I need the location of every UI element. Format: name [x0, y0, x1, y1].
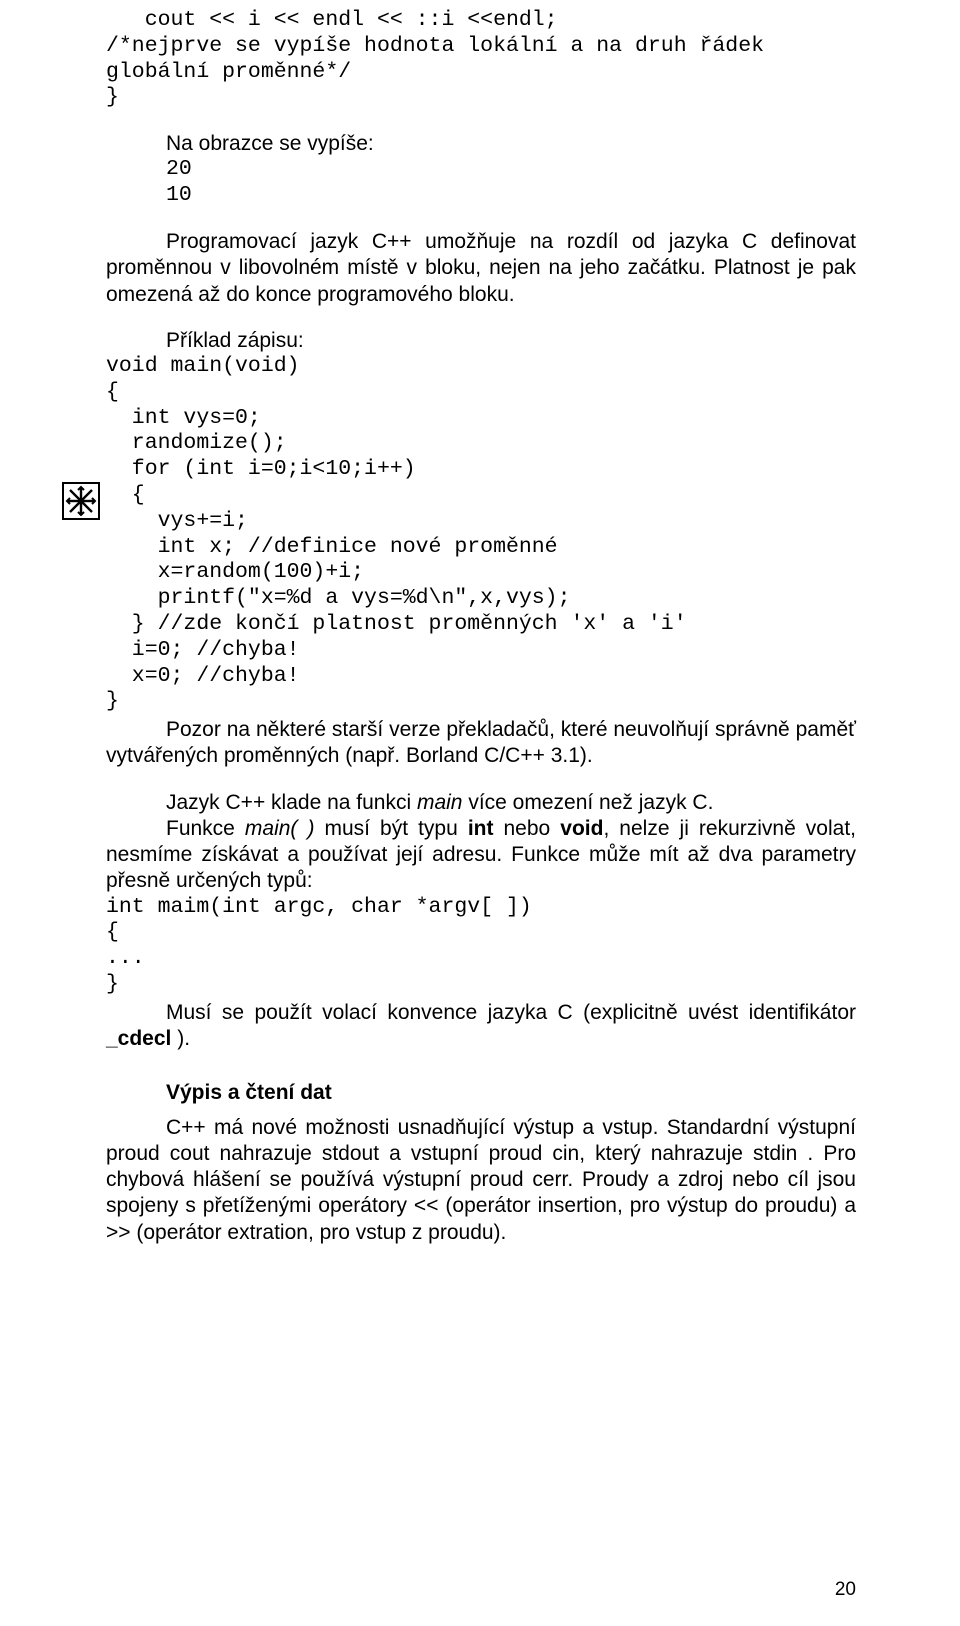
code-line: } //zde končí platnost proměnných 'x' a …	[106, 612, 687, 636]
paragraph-scope: Programovací jazyk C++ umožňuje na rozdí…	[106, 229, 856, 308]
code-line: }	[106, 85, 119, 109]
paragraph-main-restrictions: Jazyk C++ klade na funkci main více omez…	[106, 790, 856, 895]
text-bold-int: int	[468, 817, 494, 840]
code-line: x=0; //chyba!	[106, 664, 300, 688]
heading-io: Výpis a čtení dat	[106, 1080, 856, 1106]
text: Musí se použít volací konvence jazyka C …	[166, 1001, 856, 1024]
text: nebo	[493, 817, 560, 840]
code-block-top: cout << i << endl << ::i <<endl; /*nejpr…	[106, 8, 856, 111]
text-bold-void: void	[560, 817, 603, 840]
page-container: cout << i << endl << ::i <<endl; /*nejpr…	[0, 0, 960, 1626]
page-number: 20	[835, 1578, 856, 1602]
code-line: }	[106, 972, 119, 996]
code-line: {	[106, 920, 119, 944]
text-italic-main: main	[417, 791, 463, 814]
screen-output-heading: Na obrazce se vypíše:	[106, 131, 856, 157]
text: musí být typu	[314, 817, 467, 840]
code-line: for (int i=0;i<10;i++)	[106, 457, 416, 481]
code-line: vys+=i;	[106, 509, 248, 533]
code-line: printf("x=%d a vys=%d\n",x,vys);	[106, 586, 570, 610]
code-line: cout << i << endl << ::i <<endl;	[106, 8, 558, 32]
code-line: void main(void)	[106, 354, 300, 378]
code-line: i=0; //chyba!	[106, 638, 300, 662]
example-icon	[62, 482, 100, 520]
text: ).	[171, 1027, 190, 1050]
code-line: globální proměnné*/	[106, 60, 351, 84]
code-block-mainsig: int maim(int argc, char *argv[ ]) { ... …	[106, 895, 856, 998]
text-bold-cdecl: _cdecl	[106, 1027, 171, 1050]
code-line: int maim(int argc, char *argv[ ])	[106, 895, 532, 919]
example-heading: Příklad zápisu:	[106, 328, 856, 354]
text: Funkce	[166, 817, 245, 840]
code-line: int x; //definice nové proměnné	[106, 535, 558, 559]
paragraph-io: C++ má nové možnosti usnadňující výstup …	[106, 1115, 856, 1246]
text: Jazyk C++ klade na funkci	[166, 791, 417, 814]
paragraph-compilers: Pozor na některé starší verze překladačů…	[106, 717, 856, 770]
screen-output-line: 20	[106, 157, 856, 183]
code-line: }	[106, 689, 119, 713]
example-block: Příklad zápisu: void main(void) { int vy…	[106, 328, 856, 715]
code-line: randomize();	[106, 431, 287, 455]
screen-output-line: 10	[106, 183, 856, 209]
code-line: /*nejprve se vypíše hodnota lokální a na…	[106, 34, 764, 58]
code-line: x=random(100)+i;	[106, 560, 364, 584]
code-line: {	[106, 380, 119, 404]
paragraph-cdecl: Musí se použít volací konvence jazyka C …	[106, 1000, 856, 1053]
code-line: ...	[106, 946, 145, 970]
code-line: int vys=0;	[106, 406, 261, 430]
text-italic-mainfn: main( )	[245, 817, 315, 840]
code-block-example: void main(void) { int vys=0; randomize()…	[106, 354, 856, 715]
code-line: {	[106, 483, 145, 507]
text: více omezení než jazyk C.	[463, 791, 714, 814]
screen-output-block: Na obrazce se vypíše: 20 10	[106, 131, 856, 209]
